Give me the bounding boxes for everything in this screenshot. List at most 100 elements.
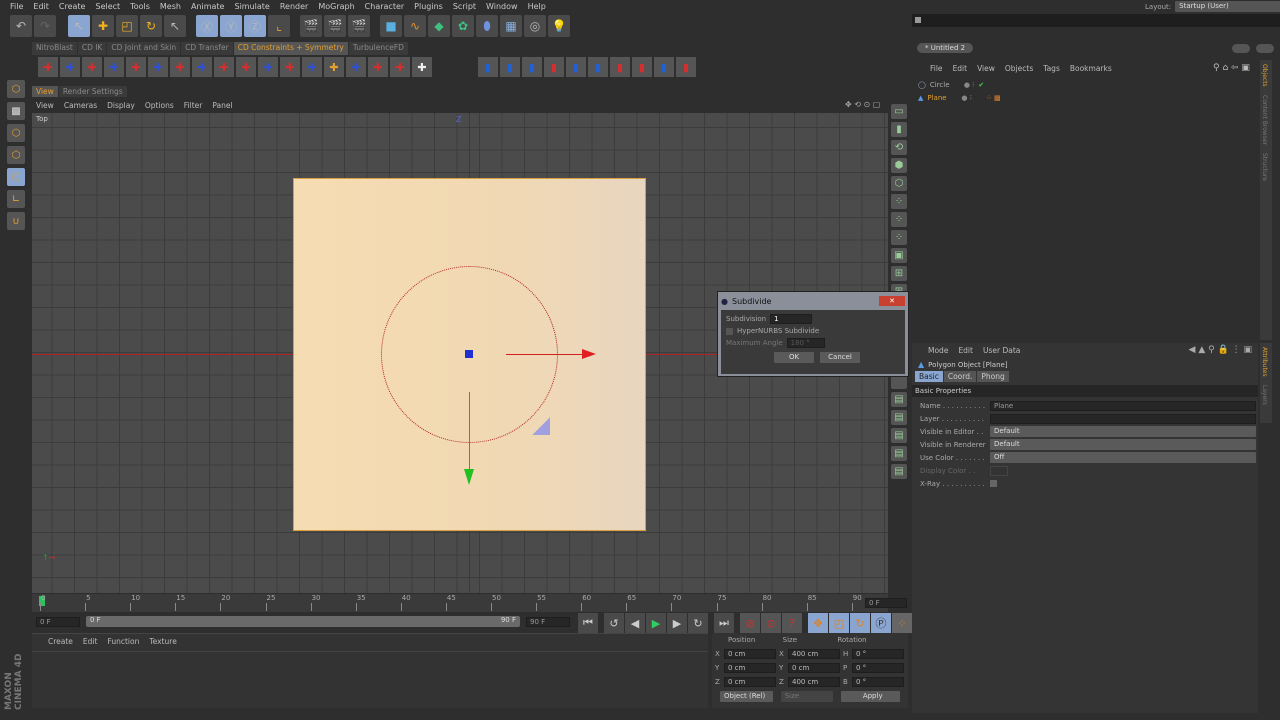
viewport-menu-item[interactable]: Options	[145, 101, 174, 110]
object-name[interactable]: Circle	[930, 81, 960, 89]
attr-dropdown[interactable]: Off	[990, 452, 1256, 463]
play-icon[interactable]: ▶	[646, 613, 666, 633]
attr-menu-item[interactable]: Edit	[958, 346, 973, 355]
ok-button[interactable]: OK	[774, 352, 814, 363]
attr-input[interactable]	[990, 413, 1256, 424]
x-axis-icon[interactable]: Ⓧ	[196, 15, 218, 37]
side-tab[interactable]: Attributes	[1260, 343, 1269, 381]
menu-render[interactable]: Render	[280, 2, 308, 11]
display-color-swatch[interactable]	[990, 465, 1008, 476]
om-menu-item[interactable]: View	[977, 64, 995, 73]
last-tool-icon[interactable]: ↖	[164, 15, 186, 37]
attr-input[interactable]: Plane	[990, 400, 1256, 411]
om-menu-item[interactable]: Tags	[1043, 64, 1060, 73]
coord-field[interactable]: 0 cm	[788, 663, 840, 673]
cd-constraint-tool-icon[interactable]: ✚	[214, 57, 234, 77]
right-tool-icon[interactable]: ▭	[891, 104, 907, 119]
viewport-menu-item[interactable]: Panel	[212, 101, 232, 110]
attr-tab[interactable]: Phong	[977, 371, 1009, 382]
attribute-nav-icons[interactable]: ◀ ▲ ⚲ 🔒 ⋮ ▣	[1189, 345, 1252, 355]
parameter-key-icon[interactable]: Ⓟ	[871, 613, 891, 633]
cd-constraint-tool-icon[interactable]: ✚	[82, 57, 102, 77]
attr-menu-item[interactable]: User Data	[983, 346, 1020, 355]
cd-constraint-tool-icon[interactable]: ✚	[412, 57, 432, 77]
coord-field[interactable]: 400 cm	[788, 649, 840, 659]
xray-checkbox[interactable]	[990, 480, 997, 487]
axis-mode-icon[interactable]: ∟	[7, 190, 25, 208]
move-icon[interactable]: ✚	[92, 15, 114, 37]
om-menu-item[interactable]: Objects	[1005, 64, 1033, 73]
viewport-menu-item[interactable]: View	[36, 101, 54, 110]
coord-field[interactable]: 0 °	[852, 649, 904, 659]
coord-field[interactable]: 0 cm	[724, 677, 776, 687]
menu-tools[interactable]: Tools	[130, 2, 150, 11]
cd-constraint-tool-icon[interactable]: ✚	[192, 57, 212, 77]
plane-object[interactable]	[293, 178, 646, 531]
cd-constraint-tool-icon[interactable]: ✚	[60, 57, 80, 77]
polygons-mode-icon[interactable]: ⬡	[7, 168, 25, 186]
attr-tab[interactable]: Basic	[915, 371, 943, 382]
symmetry-tool-icon[interactable]: ▮	[566, 57, 586, 77]
points-mode-icon[interactable]: ⬡	[7, 124, 25, 142]
spline-icon[interactable]: ∿	[404, 15, 426, 37]
side-tab[interactable]: Content Browser	[1260, 91, 1269, 149]
y-axis-icon[interactable]: Ⓨ	[220, 15, 242, 37]
menu-help[interactable]: Help	[528, 2, 546, 11]
layout-dropdown[interactable]: Startup (User)	[1175, 1, 1280, 12]
object-row[interactable]: ▲ Plane ● ⁝ ⁘ ▩	[918, 91, 1258, 104]
right-tool-icon[interactable]: ▤	[891, 392, 907, 407]
cd-constraint-tool-icon[interactable]: ✚	[324, 57, 344, 77]
menu-plugins[interactable]: Plugins	[414, 2, 443, 11]
cancel-button[interactable]: Cancel	[820, 352, 860, 363]
right-tool-icon[interactable]: ⟲	[891, 140, 907, 155]
object-name[interactable]: Plane	[927, 94, 957, 102]
texture-mode-icon[interactable]: ▩	[7, 102, 25, 120]
new-tab-button[interactable]	[1256, 44, 1274, 53]
apply-button[interactable]: Apply	[841, 691, 900, 702]
pla-key-icon[interactable]: ⁘	[892, 613, 912, 633]
rotate-icon[interactable]: ↻	[140, 15, 162, 37]
scale-icon[interactable]: ◰	[116, 15, 138, 37]
x-arrow-icon[interactable]	[582, 349, 596, 359]
viewport-tab[interactable]: View	[32, 86, 58, 97]
coord-field[interactable]: 0 cm	[724, 663, 776, 673]
menu-edit[interactable]: Edit	[33, 2, 49, 11]
right-tool-icon[interactable]: ▮	[891, 122, 907, 137]
attr-dropdown[interactable]: Default	[990, 426, 1256, 437]
menu-file[interactable]: File	[10, 2, 23, 11]
plugin-tab[interactable]: CD Constraints + Symmetry	[233, 42, 348, 55]
cd-constraint-tool-icon[interactable]: ✚	[126, 57, 146, 77]
cd-constraint-tool-icon[interactable]: ✚	[346, 57, 366, 77]
right-tool-icon[interactable]: ▣	[891, 248, 907, 263]
coord-field[interactable]: 0 °	[852, 663, 904, 673]
cd-constraint-tool-icon[interactable]: ✚	[148, 57, 168, 77]
redo-icon[interactable]: ↷	[34, 15, 56, 37]
menu-character[interactable]: Character	[365, 2, 405, 11]
render-picture-viewer-icon[interactable]: 🎬	[324, 15, 346, 37]
cd-constraint-tool-icon[interactable]: ✚	[236, 57, 256, 77]
undo-icon[interactable]: ↶	[10, 15, 32, 37]
right-tool-icon[interactable]: ▤	[891, 428, 907, 443]
symmetry-tool-icon[interactable]: ▮	[544, 57, 564, 77]
keyframe-selection-icon[interactable]: ?	[782, 613, 802, 633]
live-selection-icon[interactable]: ↖	[68, 15, 90, 37]
cube-icon[interactable]: ■	[380, 15, 402, 37]
menu-select[interactable]: Select	[95, 2, 120, 11]
plugin-tab[interactable]: CD Joint and Skin	[107, 42, 181, 55]
cd-constraint-tool-icon[interactable]: ✚	[38, 57, 58, 77]
plugin-tab[interactable]: CD Transfer	[181, 42, 233, 55]
scale-key-icon[interactable]: ◰	[829, 613, 849, 633]
cd-constraint-tool-icon[interactable]: ✚	[104, 57, 124, 77]
current-frame-field[interactable]: 0 F	[865, 598, 907, 608]
symmetry-tool-icon[interactable]: ▮	[500, 57, 520, 77]
material-menu-item[interactable]: Texture	[149, 637, 176, 646]
cd-constraint-tool-icon[interactable]: ✚	[258, 57, 278, 77]
side-tab[interactable]: Layers	[1260, 381, 1269, 409]
rotation-key-icon[interactable]: ↻	[850, 613, 870, 633]
y-axis-handle[interactable]	[469, 392, 470, 472]
symmetry-tool-icon[interactable]: ▮	[676, 57, 696, 77]
coord-field[interactable]: 0 °	[852, 677, 904, 687]
om-menu-item[interactable]: Bookmarks	[1070, 64, 1112, 73]
om-menu-item[interactable]: File	[930, 64, 943, 73]
camera-icon[interactable]: ◎	[524, 15, 546, 37]
